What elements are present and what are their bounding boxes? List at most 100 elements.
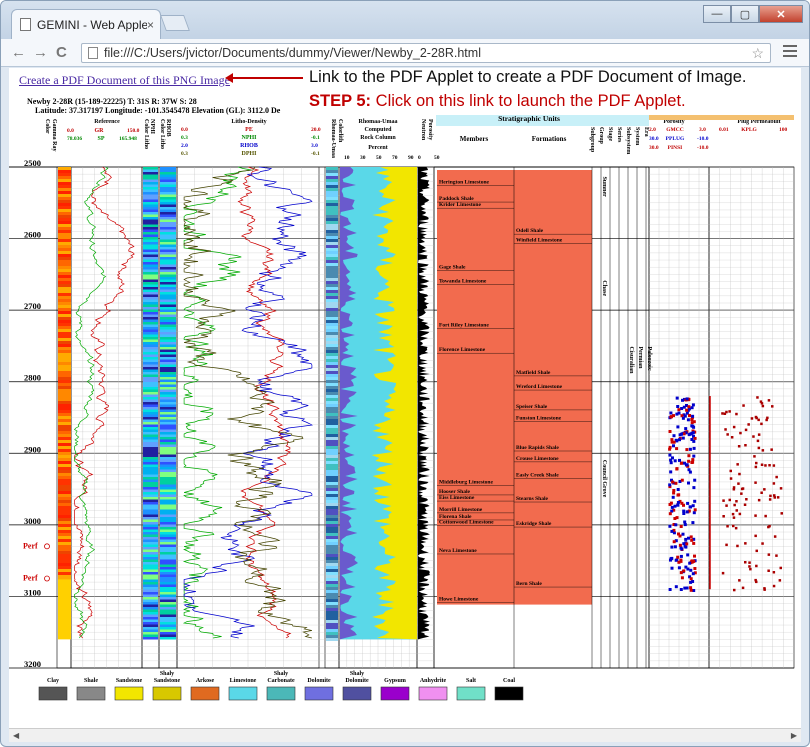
litho-color-band bbox=[160, 199, 176, 202]
gamma-color-band bbox=[58, 560, 71, 563]
gamma-color-band bbox=[58, 167, 71, 170]
gamma-color-band bbox=[58, 380, 71, 383]
gamma-color-band bbox=[58, 293, 71, 296]
back-button[interactable]: ← bbox=[11, 44, 26, 61]
colorlith-band bbox=[326, 191, 338, 194]
porosity-point bbox=[691, 521, 695, 525]
litho-color-band bbox=[160, 434, 176, 437]
porosity-point bbox=[672, 491, 676, 495]
litho-color-band bbox=[160, 232, 176, 235]
pdf-link[interactable]: Create a PDF Document of this PNG Image bbox=[19, 73, 230, 88]
gamma-color-band bbox=[58, 236, 71, 239]
litho-color-band bbox=[160, 437, 176, 440]
litho-color-band bbox=[143, 294, 158, 297]
close-button[interactable]: ✕ bbox=[759, 5, 803, 23]
colorlith-band bbox=[326, 635, 338, 638]
percent-tick: 10 bbox=[344, 155, 350, 161]
colorlith-band bbox=[326, 455, 338, 458]
porosity-point bbox=[669, 458, 673, 462]
colorlith-band bbox=[326, 509, 338, 512]
litho-color-band bbox=[160, 204, 176, 207]
horizontal-scrollbar[interactable]: ◀ ▶ bbox=[9, 728, 801, 742]
bookmark-star-icon[interactable]: ☆ bbox=[751, 45, 764, 62]
gamma-color-band bbox=[58, 320, 71, 323]
scroll-right-icon[interactable]: ▶ bbox=[791, 731, 797, 740]
litho-color-band bbox=[160, 234, 176, 237]
porosity-point bbox=[691, 504, 695, 508]
perm-point bbox=[778, 579, 782, 582]
colorlith-band bbox=[326, 347, 338, 350]
tab-close-icon[interactable]: × bbox=[147, 18, 154, 32]
porosity-point bbox=[684, 545, 688, 549]
legend-label: Shale bbox=[84, 678, 98, 684]
perm-point bbox=[729, 477, 733, 480]
litho-color-band bbox=[160, 344, 176, 347]
litho-color-band bbox=[160, 349, 176, 352]
minimize-button[interactable]: — bbox=[703, 5, 731, 23]
litho-color-band bbox=[143, 259, 158, 262]
perm-point bbox=[757, 446, 761, 450]
well-header-line1: Newby 2-28R (15-189-22225) T: 31S R: 37W… bbox=[27, 97, 197, 106]
perm-point bbox=[734, 526, 738, 530]
porosity-point bbox=[676, 555, 680, 559]
litho-color-band bbox=[143, 587, 158, 590]
colorlith-band bbox=[326, 614, 338, 617]
legend-label: Shaly bbox=[160, 671, 174, 677]
colorlith-band bbox=[326, 521, 338, 524]
porosity-point bbox=[684, 463, 688, 467]
colorlith-band bbox=[326, 299, 338, 302]
colorlith-band bbox=[326, 272, 338, 275]
maximize-button[interactable]: ▢ bbox=[731, 5, 759, 23]
forward-button[interactable]: → bbox=[33, 44, 48, 61]
browser-tab[interactable]: GEMINI - Web Apple × bbox=[11, 9, 161, 39]
litho-color-band bbox=[160, 559, 176, 562]
kplg-max: 100 bbox=[779, 127, 788, 133]
scroll-left-icon[interactable]: ◀ bbox=[13, 731, 19, 740]
new-tab-button[interactable] bbox=[160, 15, 190, 31]
strat-series-header: Series bbox=[616, 127, 622, 143]
litho-color-band bbox=[160, 169, 176, 172]
porosity-point bbox=[670, 505, 674, 509]
litho-color-band bbox=[160, 632, 176, 635]
litho-color-band bbox=[143, 434, 158, 437]
colorlith-band bbox=[326, 572, 338, 575]
member-name: Gage Shale bbox=[439, 265, 466, 271]
perm-point bbox=[747, 423, 750, 426]
perm-header-band bbox=[709, 115, 794, 120]
colorlith-band bbox=[326, 209, 338, 212]
address-bar[interactable]: file:///C:/Users/jvictor/Documents/dummy… bbox=[81, 43, 771, 63]
porosity-point bbox=[669, 501, 673, 505]
litho-color-band bbox=[160, 242, 176, 245]
porosity-point bbox=[684, 427, 688, 431]
gamma-color-band bbox=[58, 518, 71, 521]
gamma-color-band bbox=[58, 323, 71, 326]
perm-point bbox=[725, 543, 728, 547]
gamma-color-band bbox=[58, 350, 71, 353]
litho-color-band bbox=[160, 477, 176, 480]
strat-group-header: Group bbox=[598, 127, 604, 145]
litho-color-band bbox=[160, 182, 176, 185]
colorlith-band bbox=[326, 221, 338, 224]
colorlith-band bbox=[326, 290, 338, 293]
legend-label: Clay bbox=[47, 678, 59, 684]
colorlith-band bbox=[326, 512, 338, 515]
gamma-color-band bbox=[58, 579, 71, 640]
litho-color-band bbox=[160, 492, 176, 495]
litho-color-band bbox=[143, 489, 158, 492]
gamma-color-band bbox=[58, 386, 71, 389]
porosity-point bbox=[692, 446, 696, 450]
litho-color-band bbox=[160, 457, 176, 460]
gamma-color-band bbox=[58, 401, 71, 404]
litho-color-band bbox=[160, 374, 176, 377]
litho-color-band bbox=[160, 309, 176, 312]
litho-color-band bbox=[160, 314, 176, 317]
reload-button[interactable]: C bbox=[56, 44, 67, 61]
perm-point bbox=[755, 564, 758, 568]
colorlith-band bbox=[326, 218, 338, 221]
menu-icon[interactable] bbox=[783, 45, 797, 57]
colorlith-band bbox=[326, 494, 338, 497]
strat-system-header: System bbox=[634, 127, 640, 145]
litho-color-band bbox=[160, 287, 176, 290]
gamma-color-band bbox=[58, 269, 71, 272]
porosity-point bbox=[674, 481, 678, 485]
